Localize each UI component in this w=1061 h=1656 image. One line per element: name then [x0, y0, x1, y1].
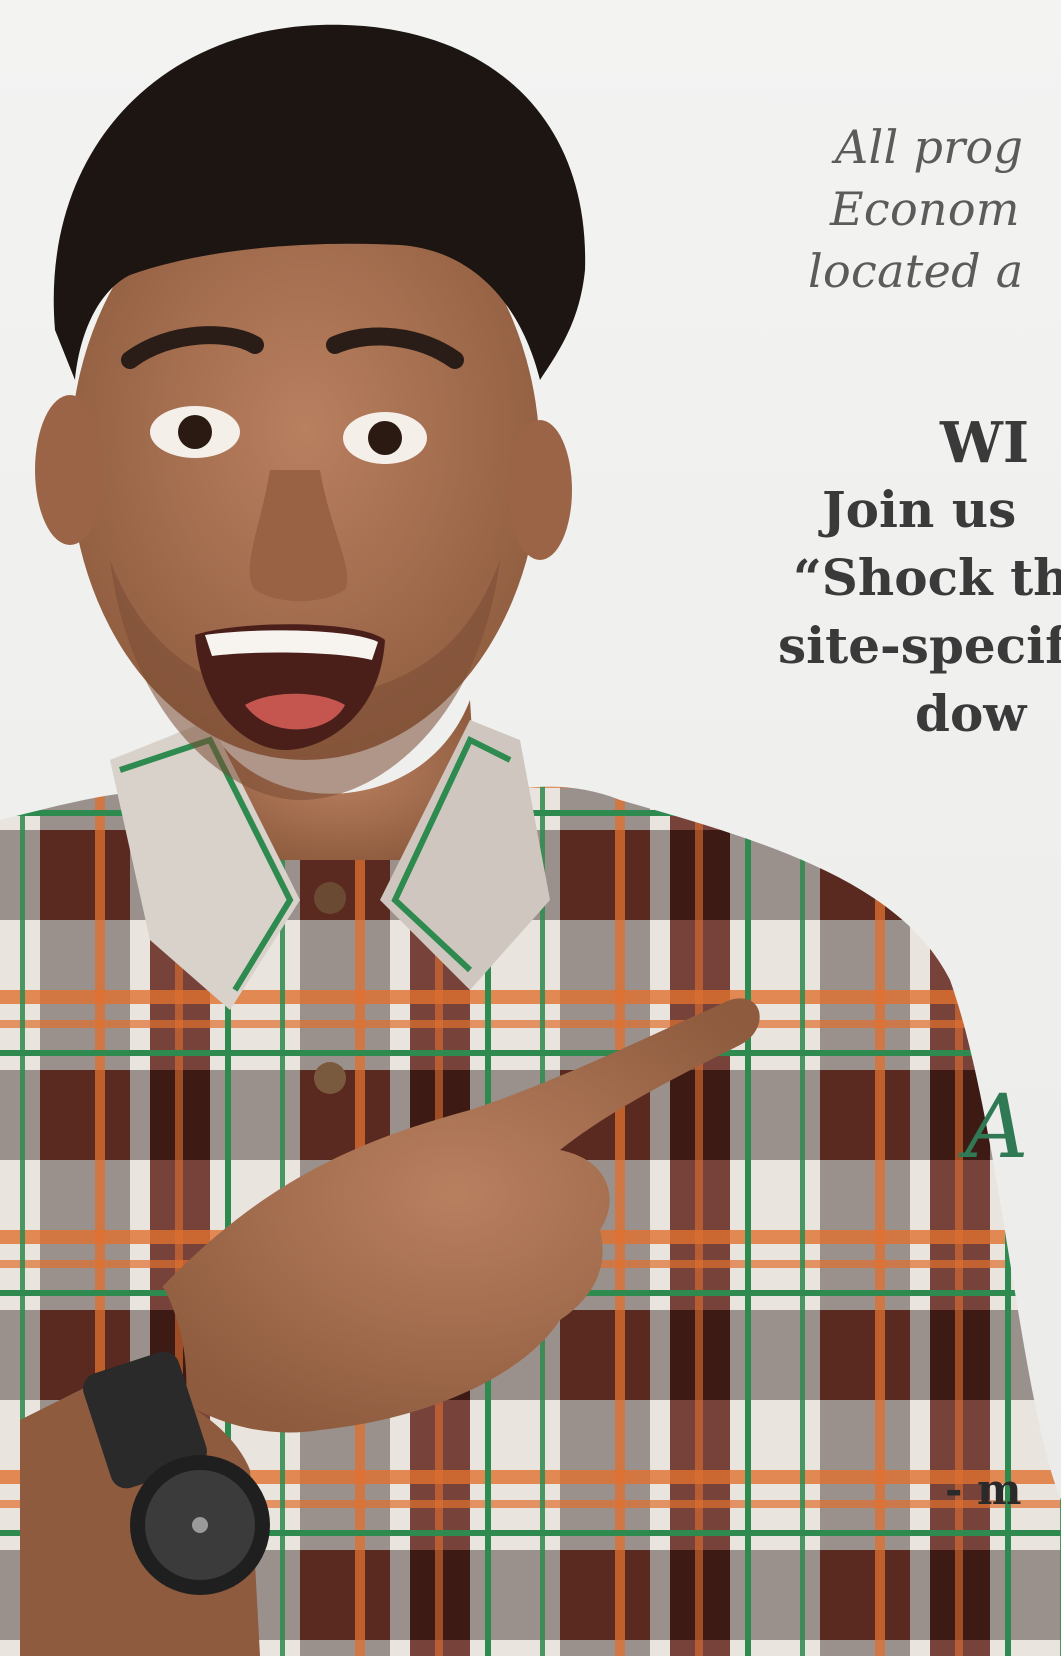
intro-line-2: Econom [830, 182, 1020, 236]
script-letter: A [965, 1075, 1029, 1178]
headline: WI [940, 410, 1030, 476]
intro-line-1: All prog [835, 120, 1024, 174]
flyer-page: All prog Econom located a WI Join us “Sh… [0, 0, 1061, 1656]
body-line-2: “Shock th [793, 548, 1061, 607]
body-line-3: site-specif [778, 616, 1061, 675]
body-line-1: Join us [822, 480, 1017, 539]
body-line-4: dow [915, 684, 1027, 743]
signature: - m [945, 1465, 1022, 1514]
intro-line-3: located a [808, 244, 1024, 298]
